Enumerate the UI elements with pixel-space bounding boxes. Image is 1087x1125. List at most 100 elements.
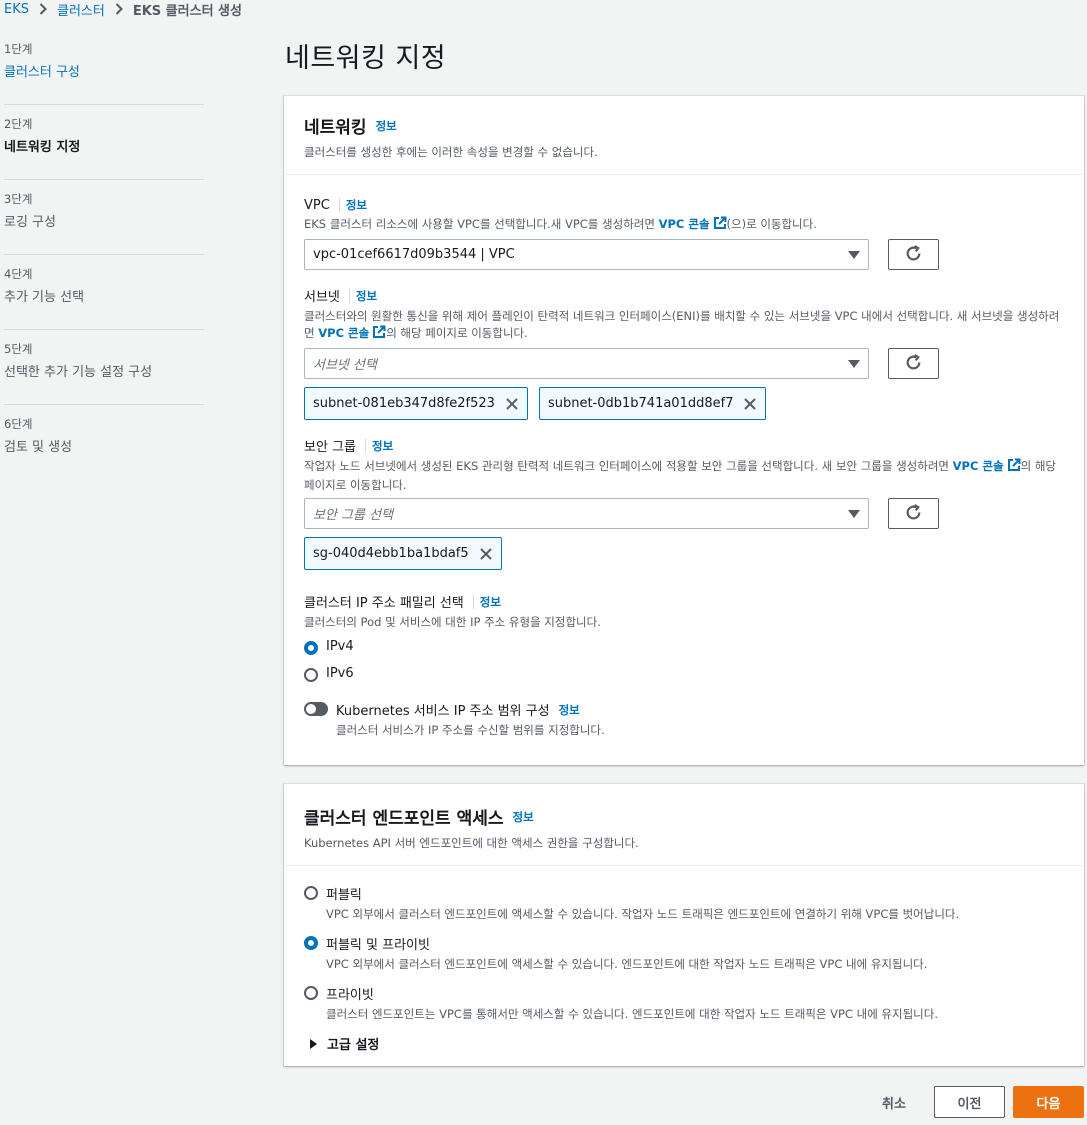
security-group-token: sg-040d4ebb1ba1bdaf5	[304, 537, 502, 570]
breadcrumb-current: EKS 클러스터 생성	[132, 3, 242, 19]
info-link[interactable]: 정보	[513, 809, 534, 825]
cancel-button[interactable]: 취소	[864, 1086, 924, 1118]
subnet-select[interactable]: 서브넷 선택	[304, 348, 869, 379]
radio-description: VPC 외부에서 클러스터 엔드포인트에 액세스할 수 있습니다. 엔드포인트에…	[326, 957, 928, 971]
vpc-refresh-button[interactable]	[888, 239, 939, 270]
vpc-console-link[interactable]: VPC 콘솔	[318, 326, 369, 340]
divider	[338, 198, 340, 212]
info-link[interactable]: 정보	[480, 594, 501, 610]
radio-private[interactable]: 프라이빗 클러스터 엔드포인트는 VPC를 통해서만 액세스할 수 있습니다. …	[304, 984, 1064, 1022]
token-label: sg-040d4ebb1ba1bdaf5	[313, 546, 469, 561]
info-link[interactable]: 정보	[356, 288, 377, 304]
divider	[472, 594, 474, 609]
radio-button[interactable]	[304, 641, 318, 655]
radio-public[interactable]: 퍼블릭 VPC 외부에서 클러스터 엔드포인트에 액세스할 수 있습니다. 작업…	[304, 884, 1064, 922]
subnet-select-placeholder: 서브넷 선택	[313, 358, 377, 373]
info-link[interactable]: 정보	[376, 118, 397, 134]
info-link[interactable]: 정보	[559, 702, 580, 718]
toggle-text: Kubernetes 서비스 IP 주소 범위 구성 정보 클러스터 서비스가 …	[336, 700, 605, 739]
field-label: 보안 그룹 정보	[304, 436, 1064, 455]
vpc-console-link[interactable]: VPC 콘솔	[659, 217, 710, 231]
subnet-field: 서브넷 정보 클러스터와의 원활한 통신을 위해 제어 플레인이 탄력적 네트워…	[304, 286, 1064, 420]
vpc-console-link[interactable]: VPC 콘솔	[953, 459, 1004, 473]
endpoint-title: 클러스터 엔드포인트 액세스	[304, 809, 504, 829]
ip-family-description: 클러스터의 Pod 및 서비스에 대한 IP 주소 유형을 지정합니다.	[304, 615, 601, 629]
radio-text: IPv6	[326, 666, 354, 681]
close-icon[interactable]	[505, 397, 519, 411]
radio-label: IPv4	[326, 639, 354, 654]
radio-button[interactable]	[304, 668, 318, 682]
refresh-icon	[905, 244, 922, 265]
divider	[348, 288, 350, 303]
field-label: 서브넷 정보	[304, 286, 1064, 305]
step-4: 4단계 추가 기능 선택	[4, 263, 204, 330]
advanced-settings-toggle[interactable]: 고급 설정	[310, 1034, 1064, 1053]
external-link-icon	[1007, 458, 1021, 477]
radio-label: IPv6	[326, 666, 354, 681]
close-icon[interactable]	[743, 397, 757, 411]
breadcrumb-eks[interactable]: EKS	[4, 2, 29, 17]
k8s-ip-range-label: Kubernetes 서비스 IP 주소 범위 구성	[336, 704, 550, 719]
step-number: 4단계	[4, 267, 33, 281]
radio-ipv6[interactable]: IPv6	[304, 666, 1064, 682]
panel-description: 클러스터를 생성한 후에는 이러한 속성을 변경할 수 없습니다.	[304, 145, 598, 159]
step-label: 네트워킹 지정	[4, 140, 81, 155]
breadcrumb-clusters[interactable]: 클러스터	[57, 0, 105, 19]
subnet-description: 클러스터와의 원활한 통신을 위해 제어 플레인이 탄력적 네트워크 인터페이스…	[304, 308, 1064, 344]
field-label: 클러스터 IP 주소 패밀리 선택 정보	[304, 592, 1064, 611]
security-group-select[interactable]: 보안 그룹 선택	[304, 498, 869, 529]
radio-public-private[interactable]: 퍼블릭 및 프라이빗 VPC 외부에서 클러스터 엔드포인트에 액세스할 수 있…	[304, 934, 1064, 972]
field-label: VPC 정보	[304, 197, 1064, 213]
info-link[interactable]: 정보	[346, 197, 367, 213]
security-group-field: 보안 그룹 정보 작업자 노드 서브넷에서 생성된 EKS 관리형 탄력적 네트…	[304, 436, 1064, 570]
step-label: 추가 기능 선택	[4, 290, 85, 305]
chevron-right-icon	[39, 3, 47, 15]
refresh-icon	[905, 503, 922, 524]
panel-title: 네트워킹 정보	[304, 113, 1064, 138]
k8s-ip-range-toggle-row: Kubernetes 서비스 IP 주소 범위 구성 정보 클러스터 서비스가 …	[304, 700, 1064, 739]
token-label: subnet-081eb347d8fe2f523	[313, 396, 495, 411]
security-group-description: 작업자 노드 서브넷에서 생성된 EKS 관리형 탄력적 네트워크 인터페이스에…	[304, 458, 1064, 494]
radio-label: 프라이빗	[326, 988, 374, 1003]
vpc-label: VPC	[304, 197, 330, 213]
vpc-select-row: vpc-01cef6617d09b3544 | VPC	[304, 239, 1064, 270]
step-number: 3단계	[4, 192, 33, 206]
step-label: 로깅 구성	[4, 215, 56, 230]
step-number: 2단계	[4, 117, 33, 131]
subnet-token: subnet-081eb347d8fe2f523	[304, 387, 528, 420]
page-title: 네트워킹 지정	[285, 43, 447, 74]
step-label[interactable]: 클러스터 구성	[4, 65, 80, 80]
security-group-refresh-button[interactable]	[888, 498, 939, 529]
divider	[364, 438, 366, 453]
subnet-refresh-button[interactable]	[888, 348, 939, 379]
step-number: 6단계	[4, 417, 33, 431]
radio-text: 프라이빗 클러스터 엔드포인트는 VPC를 통해서만 액세스할 수 있습니다. …	[326, 984, 938, 1022]
panel-body: 퍼블릭 VPC 외부에서 클러스터 엔드포인트에 액세스할 수 있습니다. 작업…	[284, 866, 1084, 1073]
step-3: 3단계 로깅 구성	[4, 188, 204, 255]
vpc-field: VPC 정보 EKS 클러스터 리소스에 사용할 VPC를 선택합니다.새 VP…	[304, 197, 1064, 270]
panel-header: 클러스터 엔드포인트 액세스 정보 Kubernetes API 서버 엔드포인…	[284, 784, 1084, 866]
security-group-label: 보안 그룹	[304, 440, 356, 455]
desc-text: EKS 클러스터 리소스에 사용할 VPC를 선택합니다.새 VPC를 생성하려…	[304, 217, 659, 231]
k8s-ip-range-toggle[interactable]	[304, 702, 328, 716]
networking-title: 네트워킹	[304, 118, 367, 138]
close-icon[interactable]	[479, 547, 493, 561]
wizard-footer: 취소 이전 다음	[864, 1086, 1084, 1118]
radio-button[interactable]	[304, 936, 318, 950]
previous-button[interactable]: 이전	[934, 1086, 1005, 1118]
radio-text: 퍼블릭 및 프라이빗 VPC 외부에서 클러스터 엔드포인트에 액세스할 수 있…	[326, 934, 927, 972]
radio-ipv4[interactable]: IPv4	[304, 639, 1064, 655]
next-button[interactable]: 다음	[1013, 1086, 1084, 1118]
radio-label: 퍼블릭 및 프라이빗	[326, 938, 430, 953]
advanced-settings-label: 고급 설정	[327, 1038, 380, 1053]
radio-button[interactable]	[304, 886, 318, 900]
breadcrumb: EKS 클러스터 EKS 클러스터 생성	[4, 0, 242, 19]
radio-button[interactable]	[304, 986, 318, 1000]
vpc-description: EKS 클러스터 리소스에 사용할 VPC를 선택합니다.새 VPC를 생성하려…	[304, 216, 1064, 235]
vpc-select[interactable]: vpc-01cef6617d09b3544 | VPC	[304, 239, 869, 270]
caret-down-icon	[848, 359, 860, 368]
info-link[interactable]: 정보	[372, 438, 393, 454]
radio-text: 퍼블릭 VPC 외부에서 클러스터 엔드포인트에 액세스할 수 있습니다. 작업…	[326, 884, 959, 922]
security-group-tokens: sg-040d4ebb1ba1bdaf5	[304, 537, 1064, 570]
external-link-icon	[372, 325, 386, 344]
